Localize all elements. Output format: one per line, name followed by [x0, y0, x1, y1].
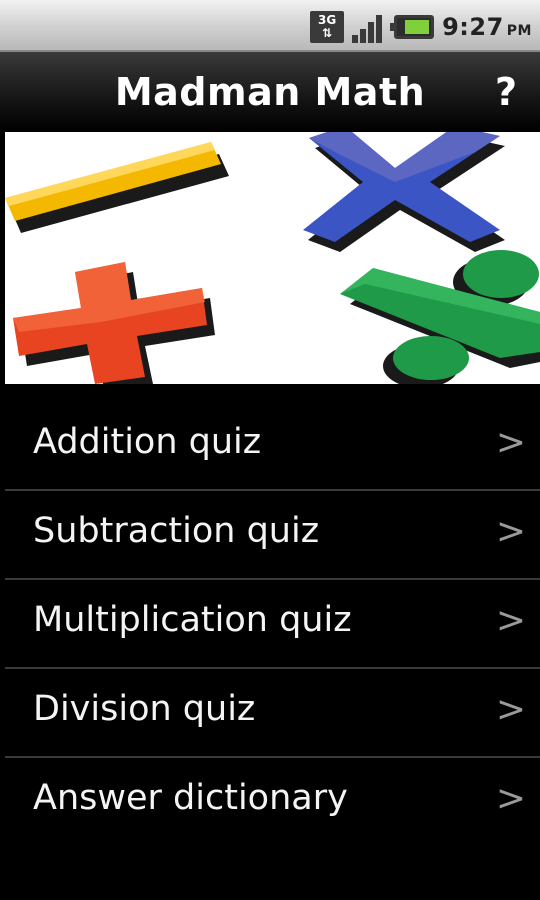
divide-icon — [340, 250, 540, 384]
chevron-right-icon: > — [495, 689, 526, 730]
chevron-right-icon: > — [495, 422, 526, 463]
app-title: Madman Math — [114, 70, 426, 114]
network-3g-icon: 3G ⇅ — [310, 11, 345, 43]
clock-time: 9:27 — [442, 13, 504, 41]
menu-item-label: Division quiz — [33, 689, 256, 729]
menu-item-label: Subtraction quiz — [33, 511, 320, 551]
menu-item-multiplication-quiz[interactable]: Multiplication quiz > — [0, 578, 540, 667]
menu-item-label: Answer dictionary — [33, 778, 348, 818]
menu-item-label: Addition quiz — [33, 422, 262, 462]
menu-item-addition-quiz[interactable]: Addition quiz > — [0, 400, 540, 489]
chevron-right-icon: > — [495, 778, 526, 819]
menu-item-division-quiz[interactable]: Division quiz > — [0, 667, 540, 756]
signal-icon — [352, 11, 386, 43]
chevron-right-icon: > — [495, 600, 526, 641]
status-bar: 3G ⇅ 9:27 PM — [0, 0, 540, 52]
menu-item-answer-dictionary[interactable]: Answer dictionary > — [0, 756, 540, 845]
chevron-right-icon: > — [495, 511, 526, 552]
menu-item-subtraction-quiz[interactable]: Subtraction quiz > — [0, 489, 540, 578]
battery-icon — [390, 15, 435, 39]
quiz-menu: Addition quiz > Subtraction quiz > Multi… — [0, 400, 540, 845]
minus-icon — [5, 142, 229, 233]
clock-ampm: PM — [506, 23, 532, 39]
help-button[interactable]: ? — [486, 68, 526, 116]
times-icon — [303, 132, 505, 252]
network-activity-label: ⇅ — [322, 26, 333, 40]
title-bar: Madman Math ? — [0, 52, 540, 132]
math-symbols-banner — [5, 132, 540, 384]
plus-icon — [13, 262, 215, 384]
status-icons: 3G ⇅ 9:27 PM — [310, 10, 532, 44]
menu-item-label: Multiplication quiz — [33, 600, 352, 640]
status-clock: 9:27 PM — [442, 13, 532, 41]
